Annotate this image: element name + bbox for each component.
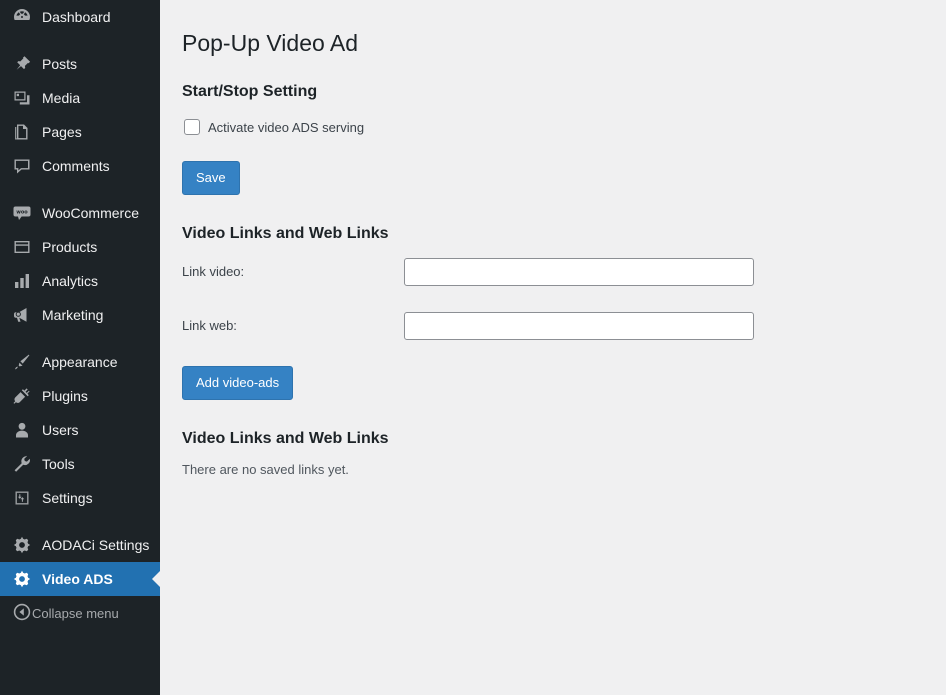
admin-page: Dashboard Posts Media Pages Comments woo WooCo…	[0, 0, 946, 695]
sidebar-item-users[interactable]: Users	[0, 413, 160, 447]
menu-separator	[0, 34, 160, 47]
sidebar-item-label: Settings	[42, 490, 93, 506]
saved-links-heading: Video Links and Web Links	[182, 429, 389, 447]
link-video-input[interactable]	[404, 257, 754, 286]
sidebar-item-pages[interactable]: Pages	[0, 115, 160, 149]
sidebar-item-label: Products	[42, 239, 98, 255]
appearance-brush-icon	[12, 352, 32, 372]
sidebar-item-label: Users	[42, 422, 79, 438]
activate-video-ads-checkbox[interactable]	[184, 119, 200, 136]
users-icon	[12, 420, 32, 440]
sidebar-item-tools[interactable]: Tools	[0, 447, 160, 481]
save-button[interactable]: Save	[182, 161, 240, 196]
sidebar-item-label: Posts	[42, 56, 78, 72]
svg-text:woo: woo	[16, 209, 28, 215]
dashboard-icon	[12, 7, 32, 27]
collapse-arrow-icon	[12, 602, 32, 625]
link-web-input[interactable]	[404, 311, 754, 340]
menu-separator	[0, 183, 160, 196]
pages-icon	[12, 122, 32, 142]
admin-sidebar: Dashboard Posts Media Pages Comments woo WooCo…	[0, 0, 160, 695]
megaphone-icon	[12, 305, 32, 325]
sidebar-item-label: Marketing	[42, 307, 104, 323]
collapse-menu-label: Collapse menu	[32, 605, 119, 621]
sidebar-item-posts[interactable]: Posts	[0, 47, 160, 81]
sidebar-item-label: Tools	[42, 456, 75, 472]
sidebar-item-dashboard[interactable]: Dashboard	[0, 0, 160, 34]
tools-wrench-icon	[12, 454, 32, 474]
sidebar-item-marketing[interactable]: Marketing	[0, 298, 160, 332]
sidebar-item-plugins[interactable]: Plugins	[0, 379, 160, 413]
sidebar-item-analytics[interactable]: Analytics	[0, 264, 160, 298]
analytics-icon	[12, 271, 32, 291]
saved-links-empty-message: There are no saved links yet.	[182, 462, 349, 478]
sidebar-item-products[interactable]: Products	[0, 230, 160, 264]
pin-icon	[12, 54, 32, 74]
sidebar-item-label: Media	[42, 90, 81, 106]
menu-separator	[0, 515, 160, 528]
gear-icon	[12, 535, 32, 555]
main-content: Pop-Up Video Ad Start/Stop Setting Activ…	[160, 0, 946, 695]
products-icon	[12, 237, 32, 257]
page-title: Pop-Up Video Ad	[182, 30, 359, 56]
sidebar-item-appearance[interactable]: Appearance	[0, 345, 160, 379]
sidebar-item-label: Comments	[42, 158, 110, 174]
link-video-label: Link video:	[182, 264, 245, 280]
sidebar-item-aodaci-settings[interactable]: AODACi Settings	[0, 528, 160, 562]
gear-icon	[12, 569, 32, 589]
sidebar-item-label: Pages	[42, 124, 82, 140]
add-video-ads-button[interactable]: Add video-ads	[182, 365, 294, 400]
link-web-row: Link web:	[182, 311, 926, 340]
sidebar-item-label: Video ADS	[42, 571, 113, 587]
activate-video-ads-row: Activate video ADS serving	[182, 115, 926, 139]
menu-separator	[0, 332, 160, 345]
sidebar-item-label: Plugins	[42, 388, 88, 404]
start-stop-heading: Start/Stop Setting	[182, 82, 318, 100]
plugins-plug-icon	[12, 386, 32, 406]
sidebar-item-video-ads[interactable]: Video ADS	[0, 562, 160, 596]
links-form-heading: Video Links and Web Links	[182, 225, 389, 243]
collapse-menu-button[interactable]: Collapse menu	[0, 596, 160, 630]
sidebar-item-woocommerce[interactable]: woo WooCommerce	[0, 196, 160, 230]
sidebar-item-label: Analytics	[42, 273, 99, 289]
woocommerce-icon: woo	[12, 203, 32, 223]
link-web-label: Link web:	[182, 318, 237, 334]
sidebar-item-label: AODACi Settings	[42, 537, 150, 553]
sidebar-item-media[interactable]: Media	[0, 81, 160, 115]
sidebar-item-comments[interactable]: Comments	[0, 149, 160, 183]
sidebar-item-label: Appearance	[42, 354, 118, 370]
sidebar-item-label: Dashboard	[42, 9, 111, 25]
link-video-row: Link video:	[182, 257, 926, 286]
settings-sliders-icon	[12, 488, 32, 508]
activate-video-ads-label[interactable]: Activate video ADS serving	[208, 120, 364, 135]
comments-icon	[12, 156, 32, 176]
sidebar-item-label: WooCommerce	[42, 205, 139, 221]
media-icon	[12, 88, 32, 108]
sidebar-item-settings[interactable]: Settings	[0, 481, 160, 515]
